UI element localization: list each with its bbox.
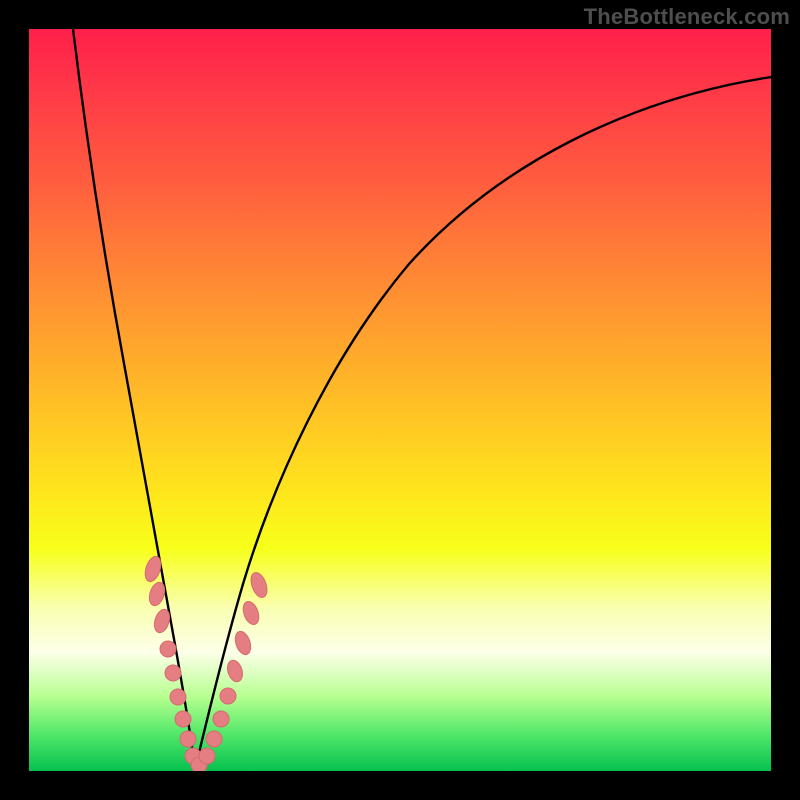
plot-area [29,29,771,771]
marker-cluster [142,554,270,771]
curve-right-branch [195,77,771,769]
watermark-text: TheBottleneck.com [584,4,790,30]
outer-frame: TheBottleneck.com [0,0,800,800]
curve-left-branch [73,29,195,769]
chart-svg [29,29,771,771]
